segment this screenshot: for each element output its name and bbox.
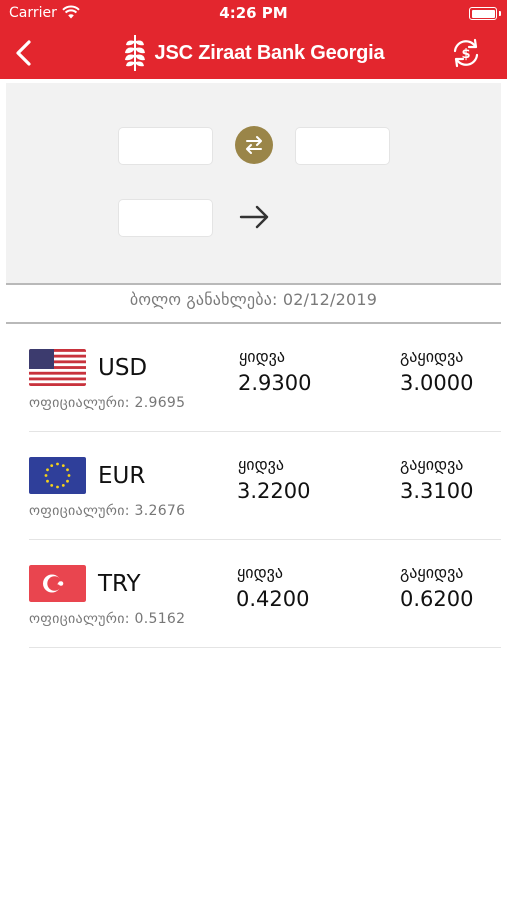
buy-value: 3.2200 [237, 479, 311, 503]
divider [6, 322, 501, 324]
official-rate: ოფიციალური: 3.2676 [29, 503, 186, 519]
sell-value: 3.0000 [400, 371, 474, 395]
currency-exchange-icon[interactable]: $ [449, 37, 483, 69]
from-amount-input[interactable] [118, 127, 213, 165]
official-rate: ოფიციალური: 0.5162 [29, 611, 186, 627]
status-bar: Carrier 4:26 PM [0, 0, 507, 27]
last-update-label: ბოლო განახლება: 02/12/2019 [129, 290, 378, 309]
arrow-right-icon[interactable] [238, 203, 272, 231]
eu-flag-icon [29, 457, 86, 494]
buy-label: ყიდვა [239, 347, 285, 366]
swap-arrows-icon [246, 136, 262, 154]
currency-code: EUR [98, 463, 146, 489]
currency-code: TRY [98, 571, 141, 597]
sell-value: 0.6200 [400, 587, 474, 611]
swap-currency-button[interactable] [235, 126, 273, 164]
converter-panel [6, 83, 501, 283]
bank-title: JSC Ziraat Bank Georgia [154, 41, 385, 64]
sell-label: გაყიდვა [400, 455, 464, 474]
official-rate: ოფიციალური: 2.9695 [29, 395, 186, 411]
rate-row-usd[interactable]: USD ოფიციალური: 2.9695 ყიდვა 2.9300 გაყი… [29, 325, 501, 432]
battery-icon [469, 7, 501, 20]
status-time: 4:26 PM [219, 4, 288, 22]
buy-value: 2.9300 [238, 371, 312, 395]
buy-value: 0.4200 [236, 587, 310, 611]
turkey-flag-icon [29, 565, 86, 602]
usa-flag-icon [29, 349, 86, 386]
divider [6, 283, 501, 285]
to-amount-input[interactable] [295, 127, 390, 165]
sell-label: გაყიდვა [400, 347, 464, 366]
amount-input[interactable] [118, 199, 213, 237]
currency-code: USD [98, 355, 148, 381]
rate-row-try[interactable]: TRY ოფიციალური: 0.5162 ყიდვა 0.4200 გაყი… [29, 541, 501, 648]
nav-bar: JSC Ziraat Bank Georgia $ [0, 27, 507, 79]
sell-value: 3.3100 [400, 479, 474, 503]
rate-row-eur[interactable]: EUR ოფიციალური: 3.2676 ყიდვა 3.2200 გაყი… [29, 433, 501, 540]
sell-label: გაყიდვა [400, 563, 464, 582]
brand: JSC Ziraat Bank Georgia [0, 27, 507, 79]
wheat-logo-icon [124, 35, 145, 71]
buy-label: ყიდვა [237, 563, 283, 582]
svg-text:$: $ [461, 47, 470, 62]
buy-label: ყიდვა [238, 455, 284, 474]
